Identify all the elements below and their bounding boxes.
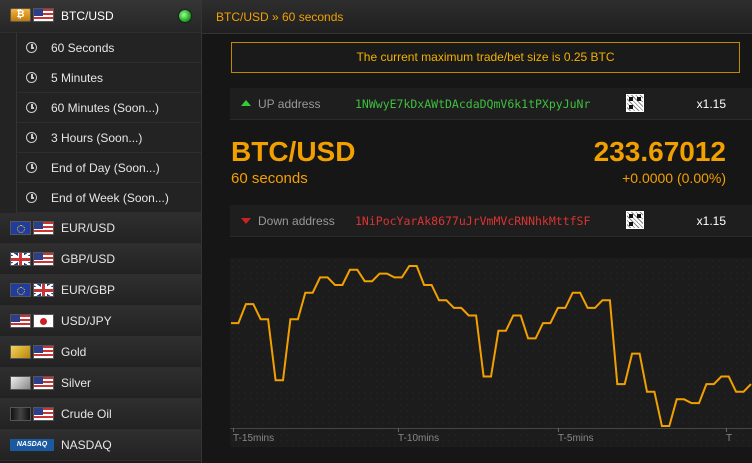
period-list: 60 Seconds 5 Minutes 60 Minutes (Soon...) 3… <box>0 33 201 213</box>
asset-label: BTC/USD <box>61 9 114 23</box>
gold-bar-icon <box>10 345 31 359</box>
down-multiplier: x1.15 <box>696 214 726 228</box>
asset-label: Gold <box>61 345 87 359</box>
asset-eur-gbp[interactable]: EUR/GBP <box>0 275 201 306</box>
asset-usd-jpy[interactable]: USD/JPY <box>0 306 201 337</box>
asset-list: EUR/USD GBP/USD EUR/GBP USD/JPY Gold Silver Cr… <box>0 213 201 461</box>
price-line <box>231 265 752 427</box>
asset-flags: ₿ <box>10 8 54 22</box>
period-label: End of Week (Soon...) <box>51 190 169 205</box>
asset-flags <box>10 252 54 266</box>
x-tick-mark <box>398 428 399 432</box>
down-address-label: Down address <box>258 214 335 228</box>
asset-silver[interactable]: Silver <box>0 368 201 399</box>
us-flag-icon <box>10 314 31 328</box>
asset-eur-usd[interactable]: EUR/USD <box>0 213 201 244</box>
eu-flag-icon <box>10 283 31 297</box>
period-item[interactable]: 60 Minutes (Soon...) <box>16 93 201 123</box>
asset-flags <box>10 221 54 235</box>
asset-flags: NASDAQ <box>10 438 54 452</box>
asset-gbp-usd[interactable]: GBP/USD <box>0 244 201 275</box>
clock-icon <box>26 102 37 113</box>
asset-flags <box>10 345 54 359</box>
qr-code-icon[interactable] <box>626 94 644 112</box>
period-label: End of Day (Soon...) <box>51 160 160 175</box>
period-item[interactable]: 3 Hours (Soon...) <box>16 123 201 153</box>
period-label: 3 Hours (Soon...) <box>51 130 143 145</box>
breadcrumb-text: BTC/USD » 60 seconds <box>216 10 344 24</box>
up-address-label: UP address <box>258 97 321 111</box>
period-label: 60 Seconds <box>51 40 115 55</box>
period-item[interactable]: End of Day (Soon...) <box>16 153 201 183</box>
period-item[interactable]: End of Week (Soon...) <box>16 183 201 213</box>
x-tick-mark <box>726 428 727 432</box>
down-address-hash[interactable]: 1NiPocYarAk8677uJrVmMVcRNNhkMttfSF <box>355 214 590 228</box>
period-item[interactable]: 5 Minutes <box>16 63 201 93</box>
breadcrumb: BTC/USD » 60 seconds <box>202 0 752 34</box>
bitcoin-icon: ₿ <box>10 8 31 22</box>
oil-barrel-icon <box>10 407 31 421</box>
us-flag-icon <box>33 407 54 421</box>
asset-flags <box>10 376 54 390</box>
asset-flags <box>10 407 54 421</box>
eu-flag-icon <box>10 221 31 235</box>
asset-crude-oil[interactable]: Crude Oil <box>0 399 201 430</box>
asset-label: GBP/USD <box>61 252 116 266</box>
period-subtitle: 60 seconds <box>231 170 308 187</box>
price-change: +0.0000 (0.00%) <box>622 170 726 186</box>
x-tick-label: T-15mins <box>233 433 275 444</box>
us-flag-icon <box>33 252 54 266</box>
x-tick-label: T <box>726 433 733 444</box>
asset-label: EUR/USD <box>61 221 116 235</box>
qr-code-icon[interactable] <box>626 211 644 229</box>
us-flag-icon <box>33 221 54 235</box>
asset-nasdaq[interactable]: NASDAQ NASDAQ <box>0 430 201 461</box>
x-tick-label: T-5mins <box>558 433 594 444</box>
status-online-icon <box>179 10 191 22</box>
clock-icon <box>26 132 37 143</box>
pair-title: BTC/USD <box>231 136 356 167</box>
current-price: 233.67012 <box>593 136 726 167</box>
price-chart <box>230 258 752 447</box>
asset-flags <box>10 283 54 297</box>
x-tick-mark <box>233 428 234 432</box>
gb-flag-icon <box>33 283 54 297</box>
chart-x-axis <box>230 428 752 449</box>
down-address-row: Down address 1NiPocYarAk8677uJrVmMVcRNNh… <box>230 205 752 237</box>
us-flag-icon <box>33 345 54 359</box>
clock-icon <box>26 72 37 83</box>
main-panel: BTC/USD » 60 seconds The current maximum… <box>202 0 752 463</box>
asset-flags <box>10 314 54 328</box>
sidebar: ₿ BTC/USD 60 Seconds 5 Minutes 60 Minutes … <box>0 0 202 463</box>
us-flag-icon <box>33 376 54 390</box>
up-multiplier: x1.15 <box>696 97 726 111</box>
clock-icon <box>26 162 37 173</box>
clock-icon <box>26 42 37 53</box>
price-chart-svg <box>231 265 752 427</box>
asset-label: NASDAQ <box>61 438 112 452</box>
asset-label: Silver <box>61 376 92 390</box>
gb-flag-icon <box>10 252 31 266</box>
asset-label: Crude Oil <box>61 407 112 421</box>
period-item[interactable]: 60 Seconds <box>16 33 201 63</box>
silver-bar-icon <box>10 376 31 390</box>
asset-btc-usd[interactable]: ₿ BTC/USD <box>0 0 201 33</box>
clock-icon <box>26 192 37 203</box>
nasdaq-logo-icon: NASDAQ <box>10 439 54 451</box>
asset-label: EUR/GBP <box>61 283 116 297</box>
asset-label: USD/JPY <box>61 314 112 328</box>
jp-flag-icon <box>33 314 54 328</box>
arrow-up-icon <box>241 100 251 106</box>
arrow-down-icon <box>241 218 251 224</box>
period-label: 5 Minutes <box>51 70 104 85</box>
x-tick-label: T-10mins <box>398 433 440 444</box>
x-tick-mark <box>558 428 559 432</box>
max-trade-notice: The current maximum trade/bet size is 0.… <box>231 42 740 73</box>
up-address-row: UP address 1NWwyE7kDxAWtDAcdaDQmV6k1tPXp… <box>230 88 752 120</box>
asset-gold[interactable]: Gold <box>0 337 201 368</box>
up-address-hash[interactable]: 1NWwyE7kDxAWtDAcdaDQmV6k1tPXpyJuNr <box>355 97 590 111</box>
us-flag-icon <box>33 8 54 22</box>
period-label: 60 Minutes (Soon...) <box>51 100 160 115</box>
